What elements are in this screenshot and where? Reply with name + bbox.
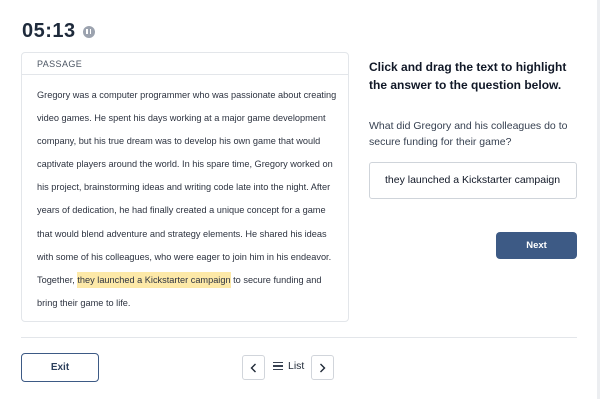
previous-page-button[interactable]	[242, 355, 265, 380]
next-page-button[interactable]	[311, 355, 334, 380]
passage-text-before[interactable]: Gregory was a computer programmer who wa…	[37, 90, 336, 285]
pause-icon[interactable]	[82, 25, 95, 38]
instruction-text: Click and drag the text to highlight the…	[369, 60, 567, 92]
list-label: List	[288, 360, 305, 372]
passage-highlight[interactable]: they launched a Kickstarter campaign	[77, 271, 231, 288]
chevron-right-icon	[320, 363, 326, 372]
chevron-left-icon	[250, 363, 256, 372]
passage-panel: PASSAGE Gregory was a computer programme…	[21, 52, 349, 322]
answer-field[interactable]: they launched a Kickstarter campaign	[369, 162, 577, 199]
timer: 05:13	[22, 20, 95, 43]
timer-text: 05:13	[22, 20, 76, 42]
exit-button[interactable]: Exit	[21, 353, 99, 382]
footer-divider	[21, 337, 577, 338]
list-icon	[273, 362, 283, 370]
passage-header: PASSAGE	[22, 53, 348, 75]
question-text: What did Gregory and his colleagues do t…	[369, 120, 568, 148]
next-button[interactable]: Next	[496, 232, 577, 259]
list-button[interactable]: List	[273, 360, 304, 372]
passage-text[interactable]: Gregory was a computer programmer who wa…	[22, 75, 348, 315]
